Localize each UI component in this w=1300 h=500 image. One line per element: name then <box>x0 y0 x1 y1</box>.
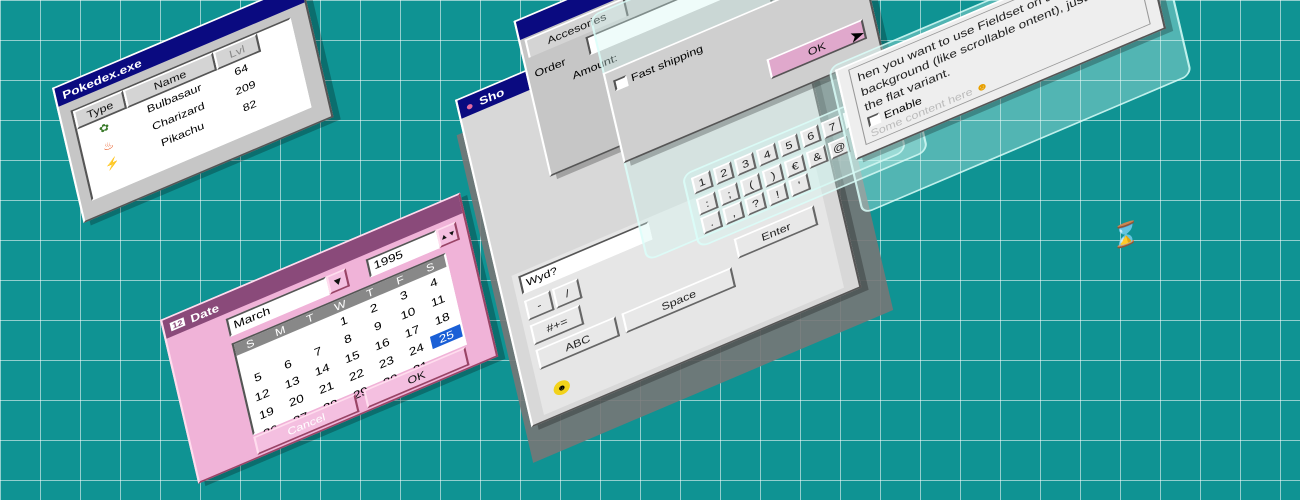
key[interactable]: 3 <box>734 151 757 177</box>
cake-icon: ● <box>464 97 475 114</box>
desktop: Pokedex.exe Type Name Lvl ✿ Bulbasaur 64… <box>0 0 1300 500</box>
date-window: 12 Date March ▼ 1995 ▲▼ SMTWTFS 1 2 3 4 … <box>160 192 499 484</box>
stepper-arrows-icon: ▲▼ <box>439 227 457 242</box>
key[interactable]: 4 <box>755 142 779 167</box>
key[interactable]: 5 <box>777 133 801 158</box>
key[interactable]: 1 <box>690 170 714 195</box>
message-input[interactable]: Wyd? <box>518 221 653 295</box>
hourglass-icon: ⌛ <box>1112 217 1140 252</box>
emoji-icon[interactable]: ☻ <box>552 377 572 398</box>
date-title: Date <box>189 300 221 325</box>
key[interactable]: 6 <box>799 124 822 149</box>
key[interactable]: 2 <box>712 160 736 186</box>
year-stepper[interactable]: ▲▼ <box>435 221 460 248</box>
order-label: Order <box>533 55 567 80</box>
month-dropdown-button[interactable]: ▼ <box>325 268 350 295</box>
pokedex-window: Pokedex.exe Type Name Lvl ✿ Bulbasaur 64… <box>52 0 334 224</box>
fast-shipping-checkbox[interactable] <box>613 74 629 91</box>
store-title: Sho <box>477 84 506 108</box>
chevron-down-icon: ▼ <box>330 273 346 290</box>
calendar-icon: 12 <box>169 317 186 332</box>
key-space[interactable]: Space <box>621 267 737 334</box>
